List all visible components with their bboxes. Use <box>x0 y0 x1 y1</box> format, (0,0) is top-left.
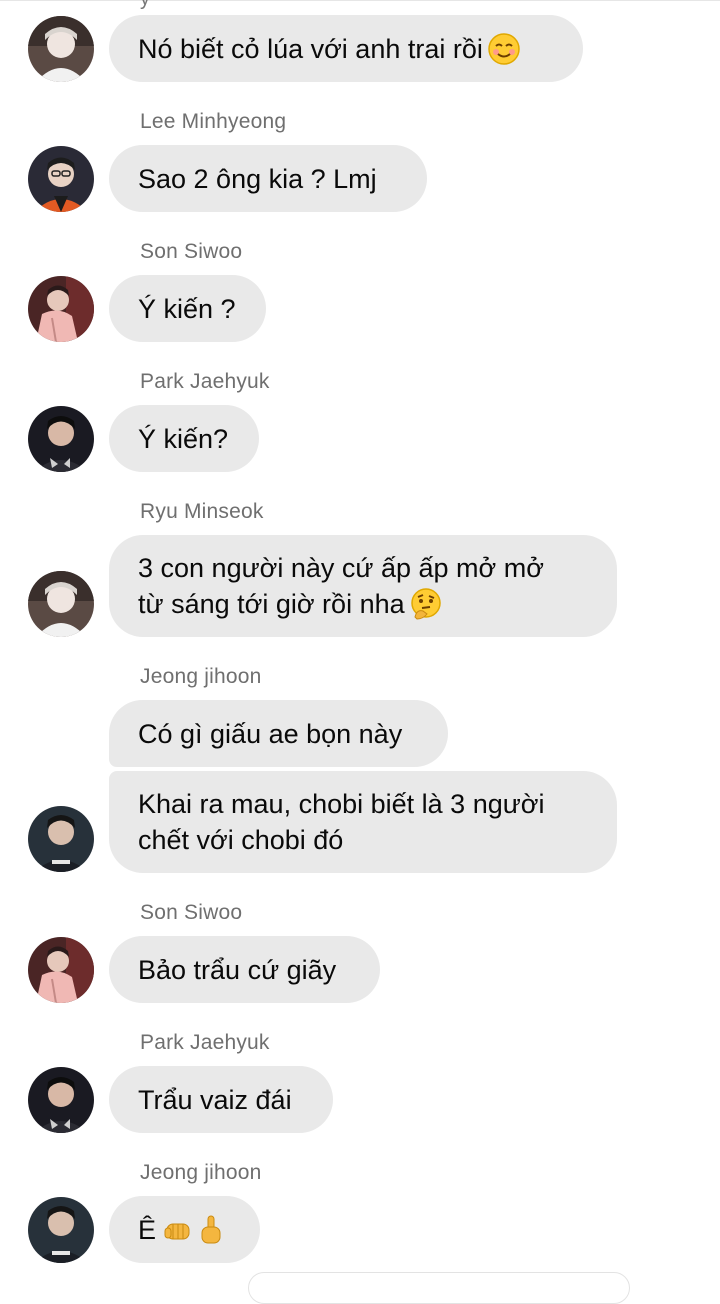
avatar-pink-jacket[interactable] <box>28 276 94 342</box>
avatar-dark-jersey[interactable] <box>28 406 94 472</box>
avatar-light-hair[interactable] <box>28 571 94 637</box>
message-bubble[interactable]: Trẩu vaiz đái <box>109 1066 333 1133</box>
message-bubble[interactable]: Ê <box>109 1196 260 1263</box>
avatar-team-jersey[interactable] <box>28 1197 94 1263</box>
message-text-line: từ sáng tới giờ rồi nha <box>138 589 405 619</box>
fist-icon <box>164 1215 194 1245</box>
avatar-dark-jersey[interactable] <box>28 1067 94 1133</box>
message-bubble[interactable]: Nó biết cỏ lúa với anh trai rồi <box>109 15 583 82</box>
message-text: Ê <box>138 1214 157 1245</box>
message-text-line: 3 con người này cứ ấp ấp mở mở <box>138 553 544 583</box>
message-bubble[interactable]: Ý kiến ? <box>109 275 266 342</box>
message-text: Có gì giấu ae bọn này <box>138 718 403 749</box>
message-bubble[interactable]: Có gì giấu ae bọn này <box>109 700 448 767</box>
sender-name: Jeong jihoon <box>140 665 262 688</box>
middle-finger-icon <box>196 1214 226 1246</box>
message-text: Nó biết cỏ lúa với anh trai rồi <box>138 33 483 64</box>
sender-name: Jeong jihoon <box>140 1161 262 1184</box>
avatar-team-jersey[interactable] <box>28 806 94 872</box>
sender-name: Park Jaehyuk <box>140 1031 270 1054</box>
message-text: Trẩu vaiz đái <box>138 1084 292 1115</box>
cut-off-sender-name: y <box>140 0 150 11</box>
sender-name: Park Jaehyuk <box>140 370 270 393</box>
partial-bubble-bottom <box>248 1272 630 1304</box>
message-bubble[interactable]: Khai ra mau, chobi biết là 3 người chết … <box>109 771 617 873</box>
avatar-orange-jersey[interactable] <box>28 146 94 212</box>
sender-name: Son Siwoo <box>140 240 243 263</box>
message-text-line: Khai ra mau, chobi biết là 3 người <box>138 789 545 819</box>
top-divider <box>0 0 720 1</box>
message-bubble[interactable]: Ý kiến? <box>109 405 259 472</box>
avatar-pink-jacket[interactable] <box>28 937 94 1003</box>
smiling-face-icon <box>487 32 521 66</box>
message-text-line: chết với chobi đó <box>138 825 344 855</box>
sender-name: Son Siwoo <box>140 901 243 924</box>
message-bubble[interactable]: 3 con người này cứ ấp ấp mở mở từ sáng t… <box>109 535 617 637</box>
message-text: Ý kiến? <box>138 423 229 454</box>
sender-name: Ryu Minseok <box>140 500 264 523</box>
avatar-light-hair[interactable] <box>28 16 94 82</box>
message-bubble[interactable]: Sao 2 ông kia ? Lmj <box>109 145 427 212</box>
sender-name: Lee Minhyeong <box>140 110 287 133</box>
message-text: Ý kiến ? <box>138 293 236 324</box>
message-bubble[interactable]: Bảo trẩu cứ giãy <box>109 936 380 1003</box>
message-text: Sao 2 ông kia ? Lmj <box>138 163 377 194</box>
message-text: Bảo trẩu cứ giãy <box>138 954 337 985</box>
thinking-face-icon <box>409 587 443 621</box>
